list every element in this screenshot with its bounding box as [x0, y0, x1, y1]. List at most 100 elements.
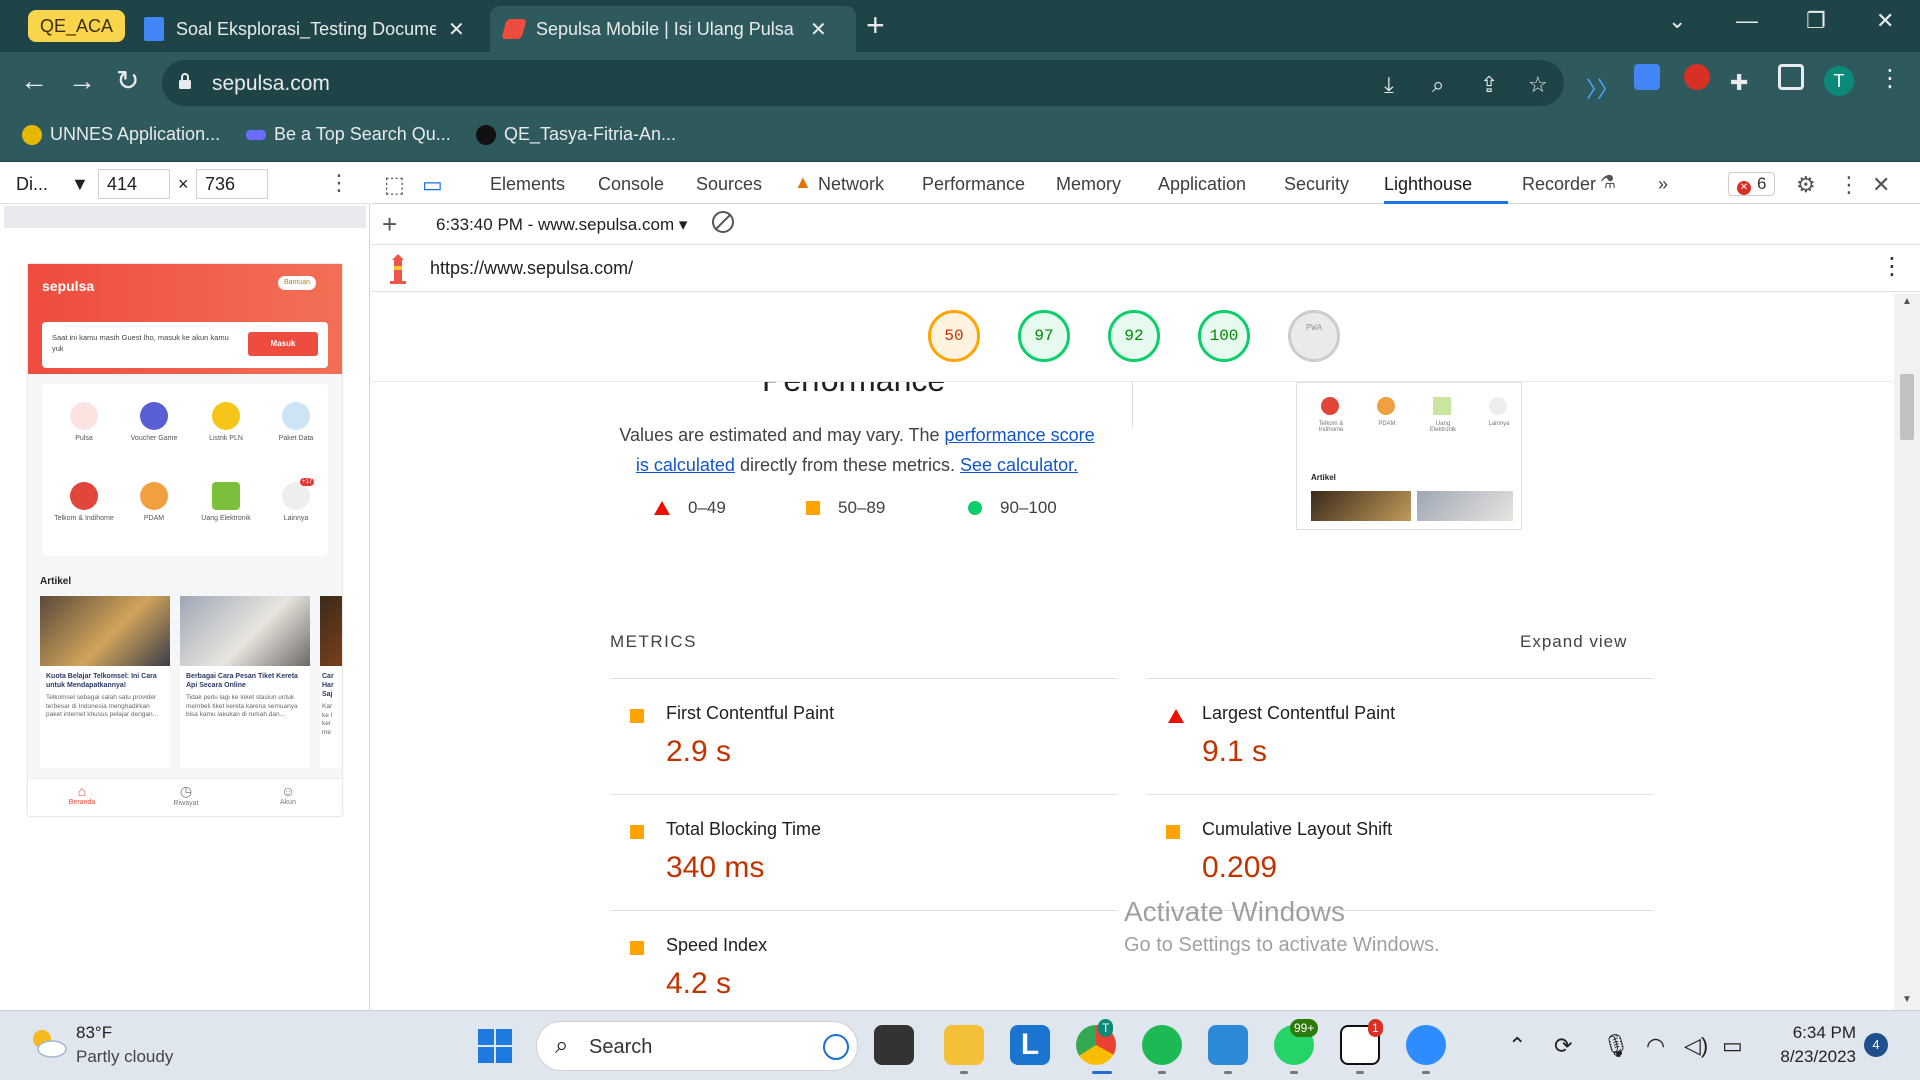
install-app-icon[interactable]: ⤓: [1384, 72, 1394, 98]
new-tab-button[interactable]: +: [866, 8, 885, 42]
menu-item-pdam[interactable]: PDAM: [122, 482, 186, 523]
battery-icon[interactable]: ▭: [1722, 1033, 1743, 1059]
lock-icon[interactable]: [178, 72, 192, 90]
device-toolbar-icon[interactable]: ▭: [422, 172, 443, 198]
google-translate-icon[interactable]: [1634, 64, 1660, 90]
back-button[interactable]: ←: [20, 66, 48, 96]
performance-score-gauge[interactable]: 50: [928, 310, 980, 362]
wifi-icon[interactable]: ◠: [1646, 1033, 1665, 1059]
nav-riwayat[interactable]: ◷ Riwayat: [156, 783, 216, 807]
zoom-icon[interactable]: ⌕: [1432, 72, 1444, 98]
tab-application[interactable]: Application: [1158, 174, 1246, 195]
article-card[interactable]: Car Har Saj Kar ke l ker me: [320, 596, 342, 768]
calculator-link[interactable]: See calculator.: [960, 455, 1078, 475]
height-input[interactable]: 736: [196, 169, 268, 199]
file-explorer-icon[interactable]: [944, 1025, 984, 1065]
report-scrollbar[interactable]: ▲ ▼: [1894, 294, 1920, 1010]
tab-console[interactable]: Console: [598, 174, 664, 195]
zoom-icon[interactable]: [1406, 1025, 1446, 1065]
menu-item-lainnya[interactable]: +17 Lainnya: [264, 478, 328, 523]
tab-search-icon[interactable]: ⌄: [1668, 8, 1686, 34]
forward-button[interactable]: →: [68, 66, 96, 96]
article-card[interactable]: Kuota Belajar Telkomsel: Ini Cara untuk …: [40, 596, 170, 768]
partly-cloudy-icon[interactable]: [28, 1025, 68, 1061]
report-selector[interactable]: 6:33:40 PM - www.sepulsa.com ▾: [436, 215, 687, 235]
final-screenshot[interactable]: Telkom & Indihome PDAM Uang Elektronik L…: [1296, 382, 1522, 530]
tab-elements[interactable]: Elements: [490, 174, 565, 195]
bookmark-item[interactable]: QE_Tasya-Fitria-An...: [476, 124, 676, 145]
article-card[interactable]: Berbagai Cara Pesan Tiket Kereta Api Sec…: [180, 596, 310, 768]
help-button[interactable]: Bantuan: [278, 276, 316, 290]
scroll-up-icon[interactable]: ▲: [1902, 296, 1912, 307]
show-hidden-icons-icon[interactable]: ⌃: [1508, 1033, 1526, 1059]
tab-sources[interactable]: Sources: [696, 174, 762, 195]
task-view-icon[interactable]: [874, 1025, 914, 1065]
report-menu-icon[interactable]: ⋮: [1880, 252, 1904, 281]
scroll-down-icon[interactable]: ▼: [1902, 994, 1912, 1005]
start-button[interactable]: [478, 1029, 512, 1063]
spotify-icon[interactable]: [1142, 1025, 1182, 1065]
notification-badge[interactable]: 4: [1864, 1033, 1888, 1057]
tab-memory[interactable]: Memory: [1056, 174, 1121, 195]
clear-reports-icon[interactable]: [712, 211, 734, 233]
more-options-icon[interactable]: ⋮: [328, 170, 350, 196]
expand-view-toggle[interactable]: Expand view: [1520, 632, 1627, 652]
accessibility-score-gauge[interactable]: 97: [1018, 310, 1070, 362]
tab-network[interactable]: Network: [818, 174, 884, 195]
nav-beranda[interactable]: ⌂ Beranda: [52, 783, 112, 806]
tab-group-chip[interactable]: QE_ACA: [28, 10, 126, 42]
close-icon[interactable]: ✕: [448, 17, 465, 42]
menu-item-paket-data[interactable]: Paket Data: [264, 402, 328, 443]
more-tabs-icon[interactable]: »: [1658, 174, 1668, 195]
sync-icon[interactable]: ⟳: [1554, 1033, 1572, 1059]
close-devtools-icon[interactable]: ✕: [1872, 172, 1890, 198]
temperature[interactable]: 83°F: [76, 1023, 112, 1043]
vscode-icon[interactable]: [1208, 1025, 1248, 1065]
volume-icon[interactable]: ◁): [1684, 1033, 1708, 1059]
microphone-icon[interactable]: 🎙: [1602, 1033, 1630, 1059]
restore-icon[interactable]: ❐: [1806, 8, 1826, 34]
adblock-icon[interactable]: [1684, 64, 1710, 90]
tab-lighthouse[interactable]: Lighthouse: [1384, 174, 1472, 195]
clock-date[interactable]: 8/23/2023: [1760, 1047, 1856, 1067]
weather-description[interactable]: Partly cloudy: [76, 1047, 173, 1067]
scrollbar-thumb[interactable]: [1900, 374, 1914, 440]
login-button[interactable]: Masuk: [248, 332, 318, 356]
tab-recorder[interactable]: Recorder: [1522, 174, 1596, 195]
menu-item-telkom[interactable]: Telkom & Indihome: [52, 482, 116, 523]
tab-security[interactable]: Security: [1284, 174, 1349, 195]
extensions-icon[interactable]: ✚: [1730, 70, 1748, 96]
new-report-icon[interactable]: +: [382, 209, 397, 240]
read-aloud-icon[interactable]: 〉〉: [1586, 72, 1619, 104]
browser-menu-icon[interactable]: ⋮: [1878, 64, 1902, 93]
browser-tab-docs[interactable]: Soal Eksplorasi_Testing Documen ✕: [130, 6, 479, 52]
share-icon[interactable]: ⇪: [1480, 72, 1498, 98]
inspect-element-icon[interactable]: ⬚: [384, 172, 405, 198]
error-count-badge[interactable]: ✕ 6: [1728, 172, 1776, 196]
bookmark-item[interactable]: UNNES Application...: [22, 124, 220, 145]
profile-avatar[interactable]: T: [1824, 66, 1854, 96]
taskbar-search[interactable]: ⌕ Search: [536, 1021, 858, 1071]
pwa-badge-gauge[interactable]: PWA: [1288, 310, 1340, 362]
bookmark-item[interactable]: Be a Top Search Qu...: [246, 124, 451, 145]
seo-score-gauge[interactable]: 100: [1198, 310, 1250, 362]
clock-time[interactable]: 6:34 PM: [1776, 1023, 1856, 1043]
menu-item-voucher-game[interactable]: Voucher Game: [122, 402, 186, 443]
browser-tab-sepulsa[interactable]: Sepulsa Mobile | Isi Ulang Pulsa S ✕: [490, 6, 856, 52]
menu-item-pulsa[interactable]: Pulsa: [52, 402, 116, 443]
media-query-ruler[interactable]: [4, 206, 366, 228]
close-icon[interactable]: ✕: [810, 17, 827, 42]
menu-item-listrik[interactable]: Listrik PLN: [194, 402, 258, 443]
tab-performance[interactable]: Performance: [922, 174, 1025, 195]
address-bar[interactable]: sepulsa.com ⤓ ⌕ ⇪ ☆: [162, 60, 1564, 106]
nav-akun[interactable]: ☺ Akun: [258, 783, 318, 806]
settings-gear-icon[interactable]: ⚙: [1796, 172, 1816, 198]
best-practices-score-gauge[interactable]: 92: [1108, 310, 1160, 362]
reload-button[interactable]: ↻: [116, 66, 139, 96]
menu-item-uang-elektronik[interactable]: Uang Elektronik: [194, 482, 258, 523]
minimize-icon[interactable]: —: [1736, 8, 1758, 34]
window-close-icon[interactable]: ✕: [1876, 8, 1894, 34]
bookmark-star-icon[interactable]: ☆: [1528, 72, 1548, 98]
app-l-icon[interactable]: L: [1010, 1025, 1050, 1065]
width-input[interactable]: 414: [98, 169, 170, 199]
